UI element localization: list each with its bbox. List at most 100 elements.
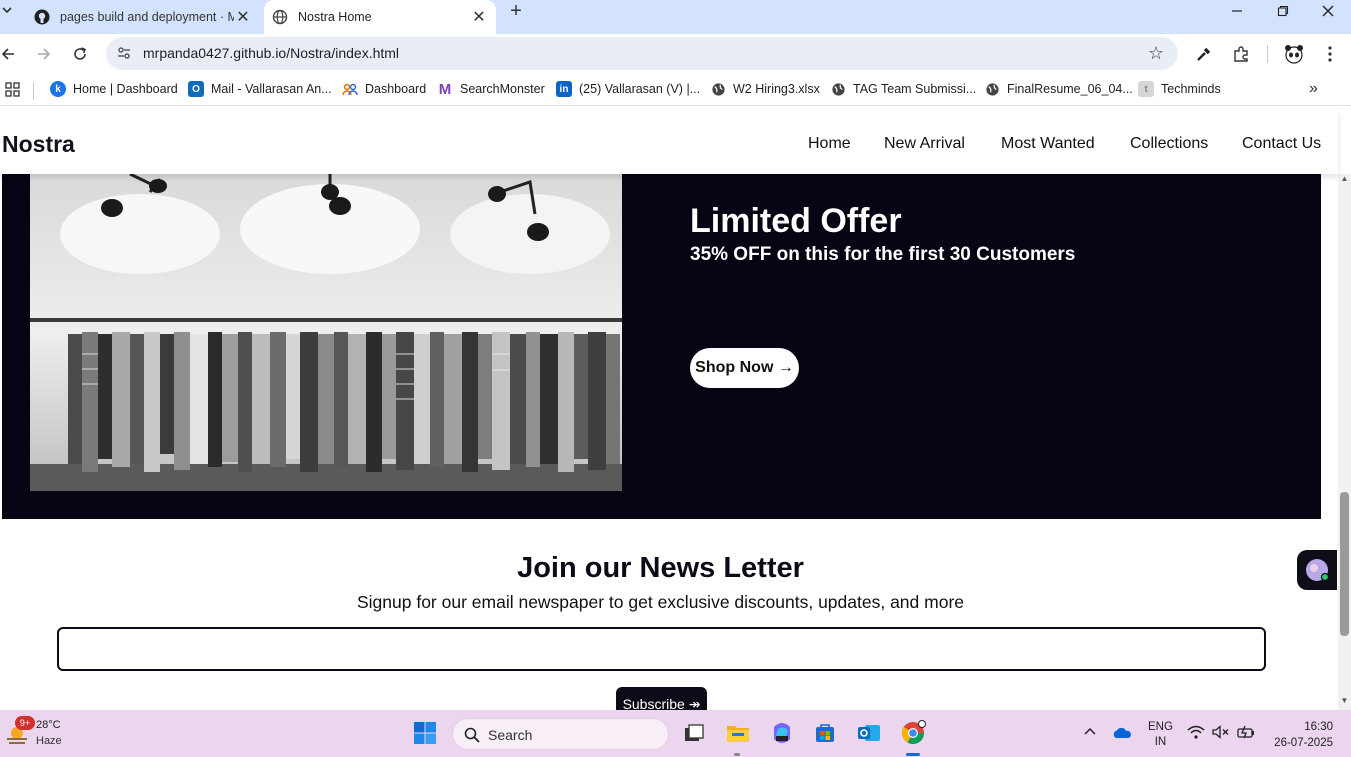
explorer-running-indicator xyxy=(734,753,740,756)
region-code: IN xyxy=(1154,736,1167,748)
search-icon xyxy=(464,727,480,743)
assistant-widget[interactable] xyxy=(1297,550,1337,590)
people-icon xyxy=(342,81,358,97)
newsletter-title: Join our News Letter xyxy=(517,552,804,584)
newsletter-subtitle: Signup for our email newspaper to get ex… xyxy=(356,592,964,612)
taskbar-search[interactable]: Search xyxy=(452,718,669,750)
temperature: 28°C xyxy=(36,719,61,731)
clock[interactable]: 16:30 26-07-2025 xyxy=(1271,719,1333,751)
page-scrollbar[interactable]: ▲ ▼ xyxy=(1338,174,1351,710)
file-explorer-icon[interactable] xyxy=(724,719,752,747)
profile-avatar-icon[interactable] xyxy=(1282,42,1306,66)
bookmark-final-resume[interactable]: FinalResume_06_04... xyxy=(984,81,1133,97)
page-viewport: Nostra Home New Arrival Most Wanted Coll… xyxy=(0,111,1351,710)
taskbar-search-label: Search xyxy=(488,727,533,743)
bookmark-label: FinalResume_06_04... xyxy=(1007,82,1133,96)
m-icon: M xyxy=(437,80,453,98)
wifi-icon[interactable] xyxy=(1187,725,1205,742)
nav-new-arrival[interactable]: New Arrival xyxy=(884,135,965,153)
microsoft-365-icon[interactable] xyxy=(768,719,796,747)
close-tab-icon[interactable]: ✕ xyxy=(470,8,488,26)
more-menu-icon[interactable] xyxy=(1318,42,1342,66)
globe-icon xyxy=(272,9,288,25)
bookmark-label: Home | Dashboard xyxy=(73,82,178,96)
onedrive-icon[interactable] xyxy=(1112,726,1132,743)
bookmark-techminds[interactable]: t Techminds xyxy=(1138,81,1221,97)
clock-date: 26-07-2025 xyxy=(1274,737,1333,749)
tab-search-chevron-icon[interactable] xyxy=(0,3,16,19)
nav-most-wanted[interactable]: Most Wanted xyxy=(1001,135,1095,153)
shop-now-button[interactable]: Shop Now → xyxy=(690,348,799,388)
bookmarks-bar: k Home | Dashboard O Mail - Vallarasan A… xyxy=(0,74,1351,106)
globe-icon xyxy=(984,81,1000,97)
outlook-icon: O xyxy=(188,81,204,97)
forward-icon[interactable] xyxy=(32,42,56,66)
globe-icon xyxy=(830,81,846,97)
clothing-rack-image xyxy=(30,174,622,491)
brand-logo[interactable]: Nostra xyxy=(2,131,75,158)
bookmark-label: SearchMonster xyxy=(460,82,545,96)
bookmark-star-icon[interactable]: ☆ xyxy=(1148,43,1164,64)
close-tab-icon[interactable]: ✕ xyxy=(234,8,252,26)
back-icon[interactable] xyxy=(0,42,20,66)
url-text[interactable]: mrpanda0427.github.io/Nostra/index.html xyxy=(143,45,399,61)
volume-muted-icon[interactable] xyxy=(1212,725,1230,742)
task-view-icon[interactable] xyxy=(680,719,708,747)
apps-grid-icon[interactable] xyxy=(5,82,20,102)
chrome-icon[interactable] xyxy=(899,719,927,747)
nav-collections[interactable]: Collections xyxy=(1130,135,1208,153)
tab-nostra-home[interactable]: Nostra Home ✕ xyxy=(264,0,496,34)
clock-time: 16:30 xyxy=(1304,721,1333,733)
chrome-active-indicator xyxy=(906,753,920,756)
notification-badge: 9+ xyxy=(15,716,35,730)
tab-pages-build[interactable]: pages build and deployment · M ✕ xyxy=(18,0,260,34)
tab-title: Nostra Home xyxy=(298,10,372,24)
bookmark-mail[interactable]: O Mail - Vallarasan An... xyxy=(188,81,332,97)
browser-toolbar: mrpanda0427.github.io/Nostra/index.html … xyxy=(0,34,1351,74)
close-window-icon[interactable] xyxy=(1305,0,1351,22)
windows-taskbar: 9+ 28°C Haze Search ENG IN 16:30 26-07-2… xyxy=(0,710,1351,757)
scroll-thumb[interactable] xyxy=(1340,492,1349,636)
weather-widget[interactable]: 9+ 28°C Haze xyxy=(5,716,95,752)
nav-home[interactable]: Home xyxy=(808,135,851,153)
subscribe-button[interactable]: Subscribe ↠ xyxy=(616,687,707,710)
language-indicator[interactable]: ENG IN xyxy=(1148,720,1173,750)
new-tab-button[interactable]: + xyxy=(506,0,526,22)
bookmark-label: Dashboard xyxy=(365,82,427,96)
assistant-avatar-icon xyxy=(1306,559,1330,582)
newsletter-email-input[interactable] xyxy=(57,627,1266,671)
bookmark-tag-team[interactable]: TAG Team Submissi... xyxy=(830,81,976,97)
k-icon: k xyxy=(50,81,66,97)
microsoft-store-icon[interactable] xyxy=(811,719,839,747)
tab-strip: pages build and deployment · M ✕ Nostra … xyxy=(0,0,1351,34)
toolbar-divider xyxy=(1267,45,1268,63)
show-hidden-icons[interactable] xyxy=(1083,726,1097,739)
outlook-icon[interactable] xyxy=(855,719,883,747)
bookmark-home-dashboard[interactable]: k Home | Dashboard xyxy=(50,81,178,97)
bookmark-label: Mail - Vallarasan An... xyxy=(211,82,332,96)
scroll-down-icon[interactable]: ▼ xyxy=(1339,696,1350,705)
minimize-icon[interactable] xyxy=(1214,0,1260,22)
windows-start-icon[interactable] xyxy=(411,719,439,747)
offer-title: Limited Offer xyxy=(690,202,902,240)
battery-icon[interactable] xyxy=(1237,725,1255,742)
nav-contact-us[interactable]: Contact Us xyxy=(1242,135,1321,153)
restore-icon[interactable] xyxy=(1260,0,1306,22)
bookmark-linkedin[interactable]: in (25) Vallarasan (V) |... xyxy=(556,81,700,97)
scroll-up-icon[interactable]: ▲ xyxy=(1339,174,1350,183)
bookmark-w2-hiring[interactable]: W2 Hiring3.xlsx xyxy=(710,81,820,97)
offer-subtitle-text: on this for the first 30 Customers xyxy=(776,244,1076,265)
site-info-icon[interactable] xyxy=(116,45,132,61)
bookmark-dashboard[interactable]: Dashboard xyxy=(342,81,426,97)
t-icon: t xyxy=(1138,81,1154,97)
eyedropper-icon[interactable] xyxy=(1192,42,1216,66)
bookmark-label: Techminds xyxy=(1161,82,1221,96)
extensions-icon[interactable] xyxy=(1229,42,1253,66)
address-bar[interactable]: mrpanda0427.github.io/Nostra/index.html … xyxy=(106,37,1178,70)
globe-icon xyxy=(710,81,726,97)
more-bookmarks-icon[interactable]: » xyxy=(1309,80,1318,98)
offer-discount: 35% OFF xyxy=(690,244,772,265)
reload-icon[interactable] xyxy=(68,42,92,66)
bookmark-searchmonster[interactable]: M SearchMonster xyxy=(437,80,545,98)
bookmark-label: (25) Vallarasan (V) |... xyxy=(579,82,701,96)
